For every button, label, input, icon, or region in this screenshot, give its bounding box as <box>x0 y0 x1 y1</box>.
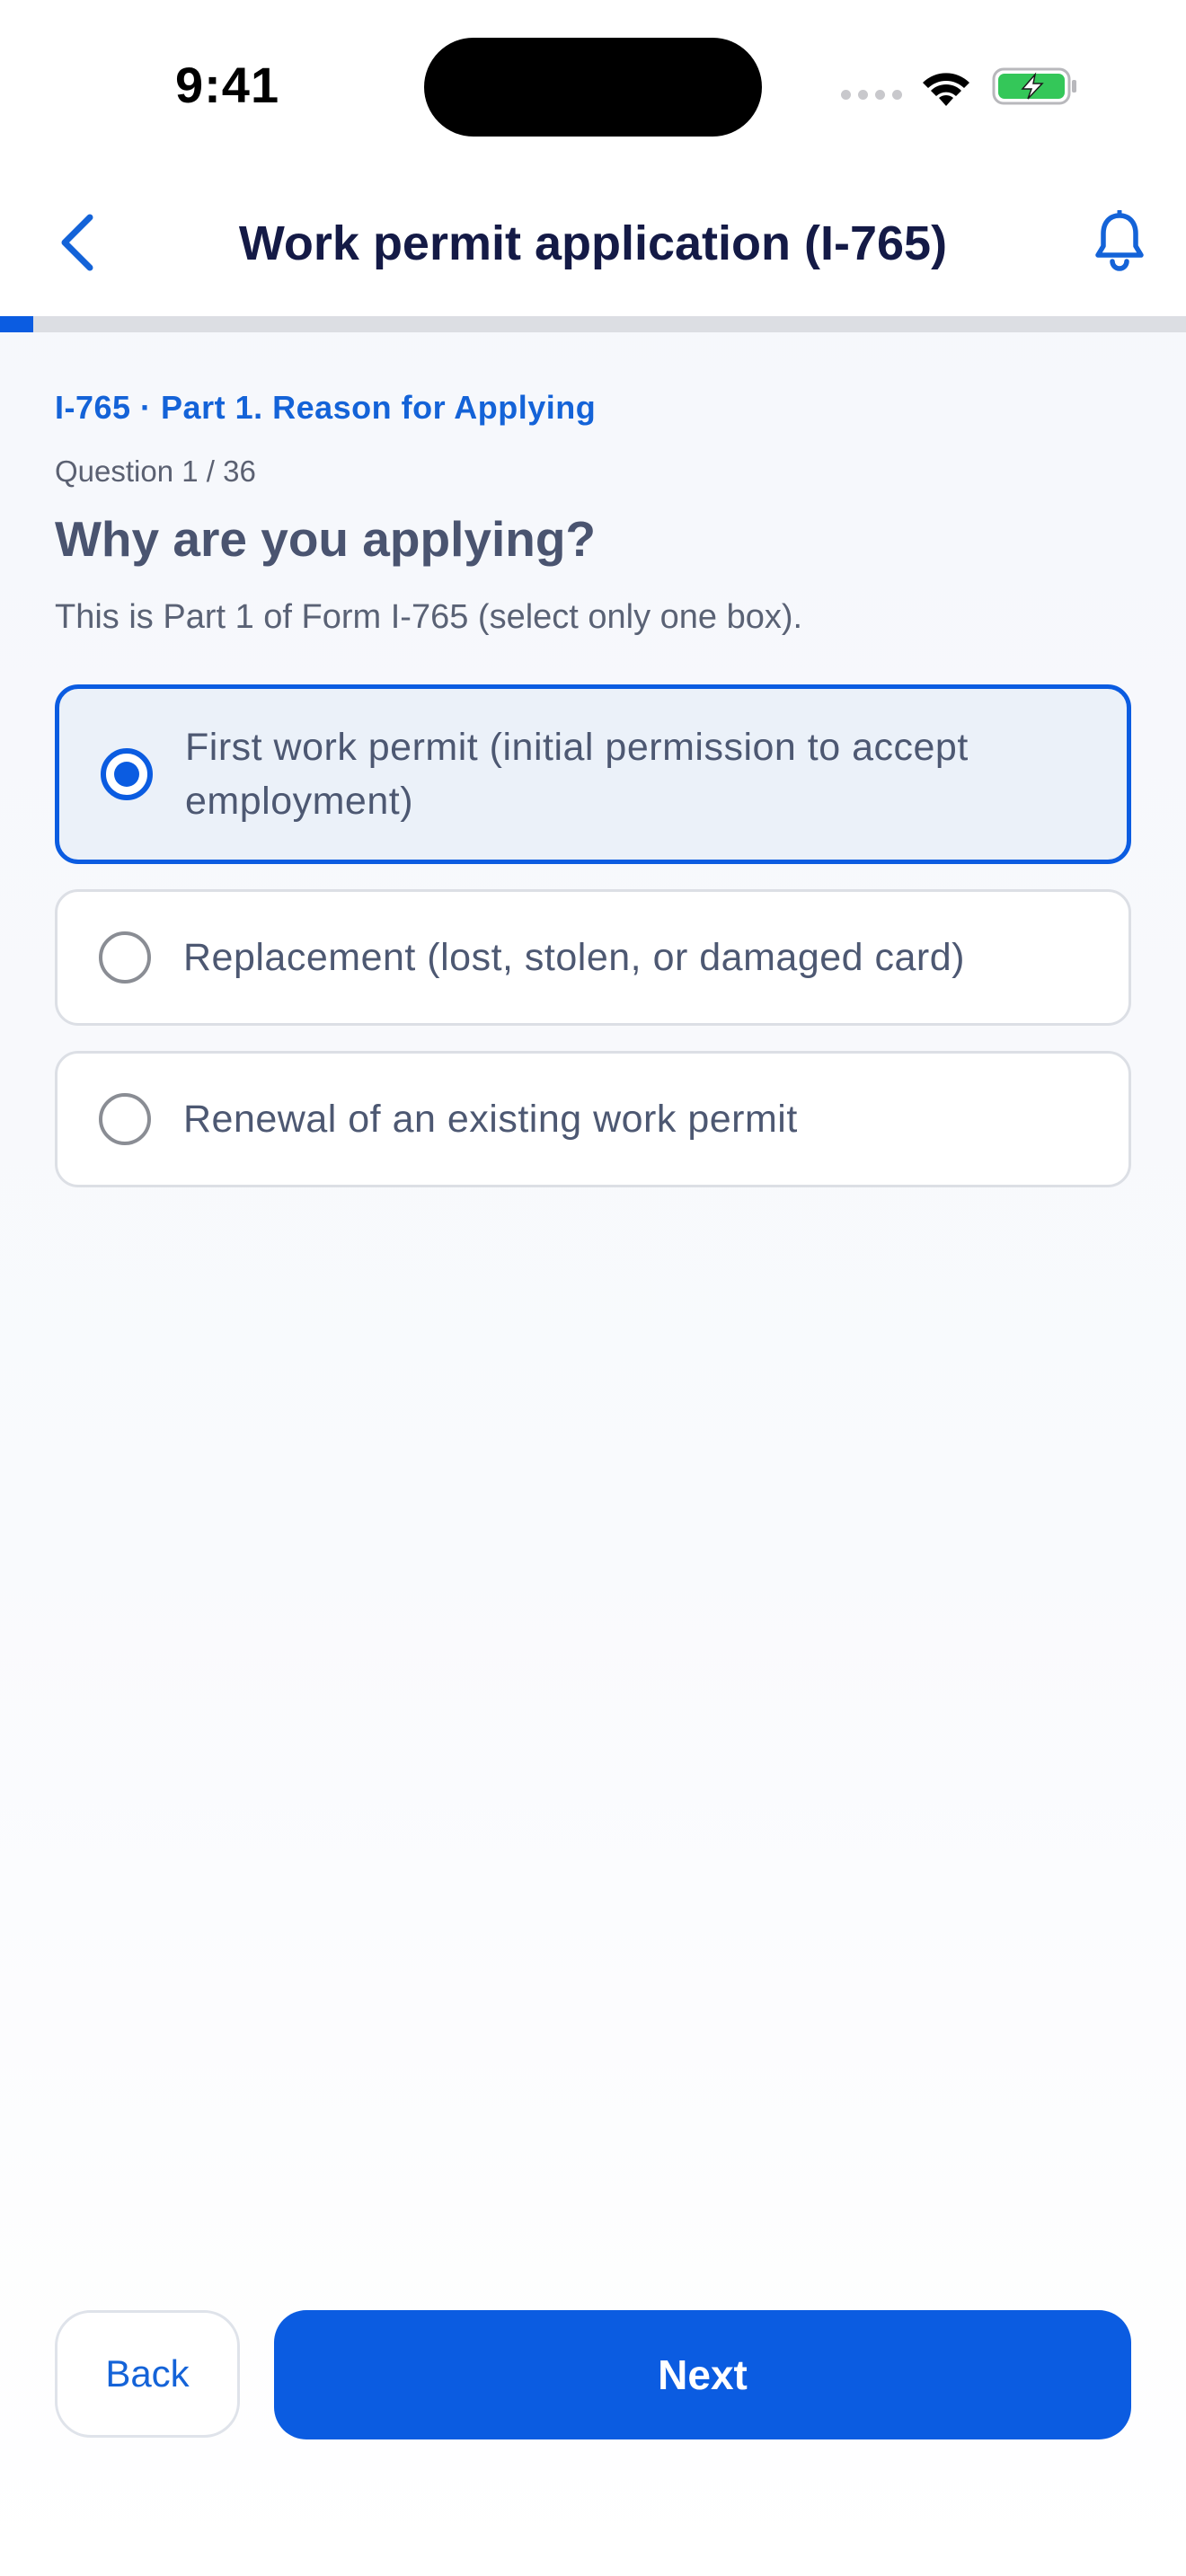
radio-unselected-icon[interactable] <box>99 931 151 984</box>
app-header: Work permit application (I-765) <box>0 171 1186 316</box>
back-button[interactable]: Back <box>55 2310 240 2438</box>
answer-options: First work permit (initial permission to… <box>55 684 1131 1213</box>
option-label: Renewal of an existing work permit <box>183 1098 798 1141</box>
wifi-icon <box>923 73 969 106</box>
radio-unselected-icon[interactable] <box>99 1093 151 1145</box>
chevron-left-icon[interactable] <box>54 210 99 275</box>
question-heading: Why are you applying? <box>55 511 597 567</box>
status-time: 9:41 <box>175 57 280 113</box>
cellular-signal-icon <box>841 90 902 102</box>
screen: 9:41 Work permit application (I-765) I-7… <box>0 0 1186 2576</box>
section-label: I-765 · Part 1. Reason for Applying <box>55 389 597 426</box>
page-title: Work permit application (I-765) <box>238 216 948 270</box>
question-counter: Question 1 / 36 <box>55 454 256 488</box>
dynamic-island <box>424 38 762 137</box>
progress-bar <box>0 316 1186 332</box>
option-label: Replacement (lost, stolen, or damaged ca… <box>183 936 965 979</box>
option-renewal[interactable]: Renewal of an existing work permit <box>55 1051 1131 1187</box>
progress-fill <box>0 316 33 332</box>
radio-selected-icon[interactable] <box>101 748 153 800</box>
status-bar: 9:41 <box>0 0 1186 171</box>
question-help-text: This is Part 1 of Form I-765 (select onl… <box>55 598 803 636</box>
option-label: First work permit (initial permission to… <box>185 726 969 823</box>
option-replacement[interactable]: Replacement (lost, stolen, or damaged ca… <box>55 889 1131 1026</box>
bell-icon[interactable] <box>1093 210 1146 271</box>
option-first-work-permit[interactable]: First work permit (initial permission to… <box>55 684 1131 864</box>
next-button[interactable]: Next <box>274 2310 1131 2439</box>
battery-charging-icon <box>992 67 1076 105</box>
